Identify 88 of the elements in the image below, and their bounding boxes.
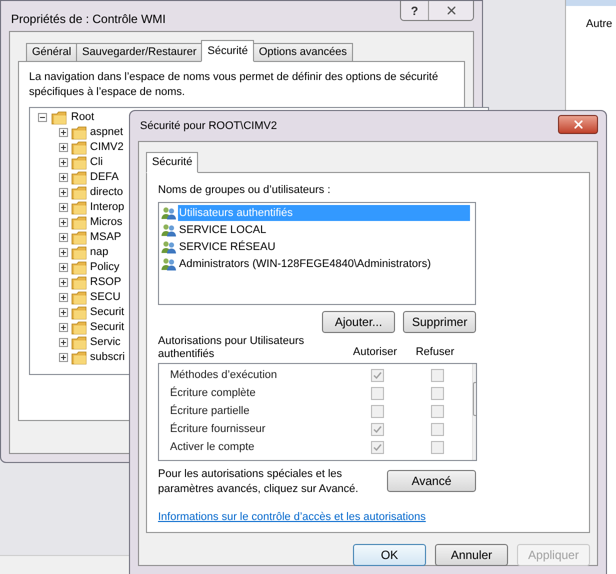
folder-icon — [71, 230, 87, 244]
users-label: Noms de groupes ou d’utilisateurs : — [158, 183, 332, 198]
tab[interactable]: Général — [26, 43, 78, 62]
window-title: Propriétés de : Contrôle WMI — [11, 11, 166, 28]
tab[interactable]: Sécurité — [146, 152, 198, 173]
expand-icon[interactable] — [59, 143, 68, 152]
folder-icon — [71, 276, 87, 290]
advanced-button[interactable]: Avancé — [387, 470, 476, 492]
expand-icon[interactable] — [59, 278, 68, 287]
permission-name: Méthodes d’exécution — [170, 368, 278, 384]
dialog-button[interactable]: OK — [353, 544, 426, 566]
expand-icon[interactable] — [59, 158, 68, 167]
users-icon — [161, 257, 177, 271]
permissions-label: Autorisations pour Utilisateurs authentifiés — [158, 334, 306, 360]
close-button[interactable] — [558, 115, 598, 134]
folder-icon — [71, 246, 87, 260]
tree-item[interactable]: Root — [71, 109, 94, 126]
expand-icon[interactable] — [59, 233, 68, 242]
expand-icon[interactable] — [59, 173, 68, 182]
folder-icon — [71, 320, 87, 334]
permission-name: Écriture partielle — [170, 404, 250, 420]
user-item[interactable]: SERVICE RÉSEAU — [178, 238, 276, 256]
remove-button[interactable]: Supprimer — [403, 310, 476, 332]
expand-icon[interactable] — [59, 248, 68, 257]
folder-icon — [51, 110, 67, 124]
expand-icon[interactable] — [59, 323, 68, 332]
folder-icon — [71, 156, 87, 170]
expand-icon[interactable] — [59, 203, 68, 212]
tree-item[interactable]: Securit — [90, 319, 124, 336]
column-header: Refuser — [414, 345, 456, 360]
advanced-text: Pour les autorisations spéciales et les paramètres avancés, cliquez sur Avancé. — [158, 466, 360, 496]
expand-icon[interactable] — [59, 128, 68, 137]
collapse-icon[interactable] — [38, 113, 47, 122]
permission-name: Activer le compte — [170, 440, 256, 456]
expand-icon[interactable] — [59, 218, 68, 227]
help-button[interactable]: ? — [401, 1, 429, 20]
tab[interactable]: Sauvegarder/Restaurer — [76, 43, 202, 62]
user-item[interactable]: SERVICE LOCAL — [178, 222, 268, 238]
tree-item[interactable]: nap — [90, 244, 108, 261]
tree-item[interactable]: CIMV2 — [90, 139, 124, 156]
add-button[interactable]: Ajouter... — [322, 310, 395, 332]
users-icon — [161, 240, 177, 254]
tree-item[interactable]: Servic — [90, 334, 121, 351]
folder-icon — [71, 186, 87, 200]
tree-item[interactable]: aspnet — [90, 124, 124, 141]
folder-icon — [71, 306, 87, 320]
window-title: Sécurité pour ROOT\CIMV2 — [140, 118, 277, 134]
folder-icon — [71, 290, 87, 304]
folder-icon — [71, 216, 87, 230]
window-label: Autre — [586, 17, 614, 32]
tree-item[interactable]: subscri — [90, 349, 125, 366]
folder-icon — [71, 350, 87, 364]
dialog-button[interactable]: Annuler — [435, 544, 508, 566]
tree-item[interactable]: RSOP — [90, 274, 122, 291]
folder-icon — [71, 200, 87, 214]
tree-item[interactable]: Micros — [90, 214, 122, 231]
tab[interactable]: Options avancées — [252, 43, 353, 62]
tree-item[interactable]: SECU — [90, 289, 121, 306]
expand-icon[interactable] — [59, 353, 68, 362]
tree-item[interactable]: Interop — [90, 199, 124, 216]
folder-icon — [71, 140, 87, 154]
tree-item[interactable]: Cli — [90, 154, 103, 171]
tree-item[interactable]: Policy — [90, 259, 120, 276]
expand-icon[interactable] — [59, 188, 68, 197]
folder-icon — [71, 170, 87, 184]
tree-item[interactable]: Securit — [90, 304, 124, 321]
help-link[interactable]: Informations sur le contrôle d’accès et les autorisations — [158, 508, 426, 525]
close-button[interactable] — [429, 1, 473, 20]
tree-item[interactable]: MSAP — [90, 229, 122, 246]
expand-icon[interactable] — [59, 338, 68, 347]
user-item[interactable]: Administrators (WIN-128FEGE4840\Administrators) — [178, 256, 432, 272]
close-icon — [444, 4, 458, 17]
expand-icon[interactable] — [59, 293, 68, 302]
close-icon — [572, 118, 584, 131]
users-icon — [161, 223, 177, 237]
tab[interactable]: Sécurité — [201, 40, 254, 62]
expand-icon[interactable] — [59, 263, 68, 272]
column-header: Autoriser — [352, 345, 398, 360]
folder-icon — [71, 260, 87, 274]
expand-icon[interactable] — [59, 308, 68, 317]
users-icon — [161, 206, 177, 220]
permission-name: Écriture fournisseur — [170, 422, 266, 438]
tree-item[interactable]: directo — [90, 184, 124, 201]
folder-icon — [71, 126, 87, 140]
tree-item[interactable]: DEFA — [90, 169, 119, 186]
description-text: La navigation dans l’espace de noms vous permet de définir des options de sécurité spécifiques à l’espace de noms. — [29, 70, 440, 100]
folder-icon — [71, 336, 87, 350]
permission-name: Écriture complète — [170, 386, 257, 402]
